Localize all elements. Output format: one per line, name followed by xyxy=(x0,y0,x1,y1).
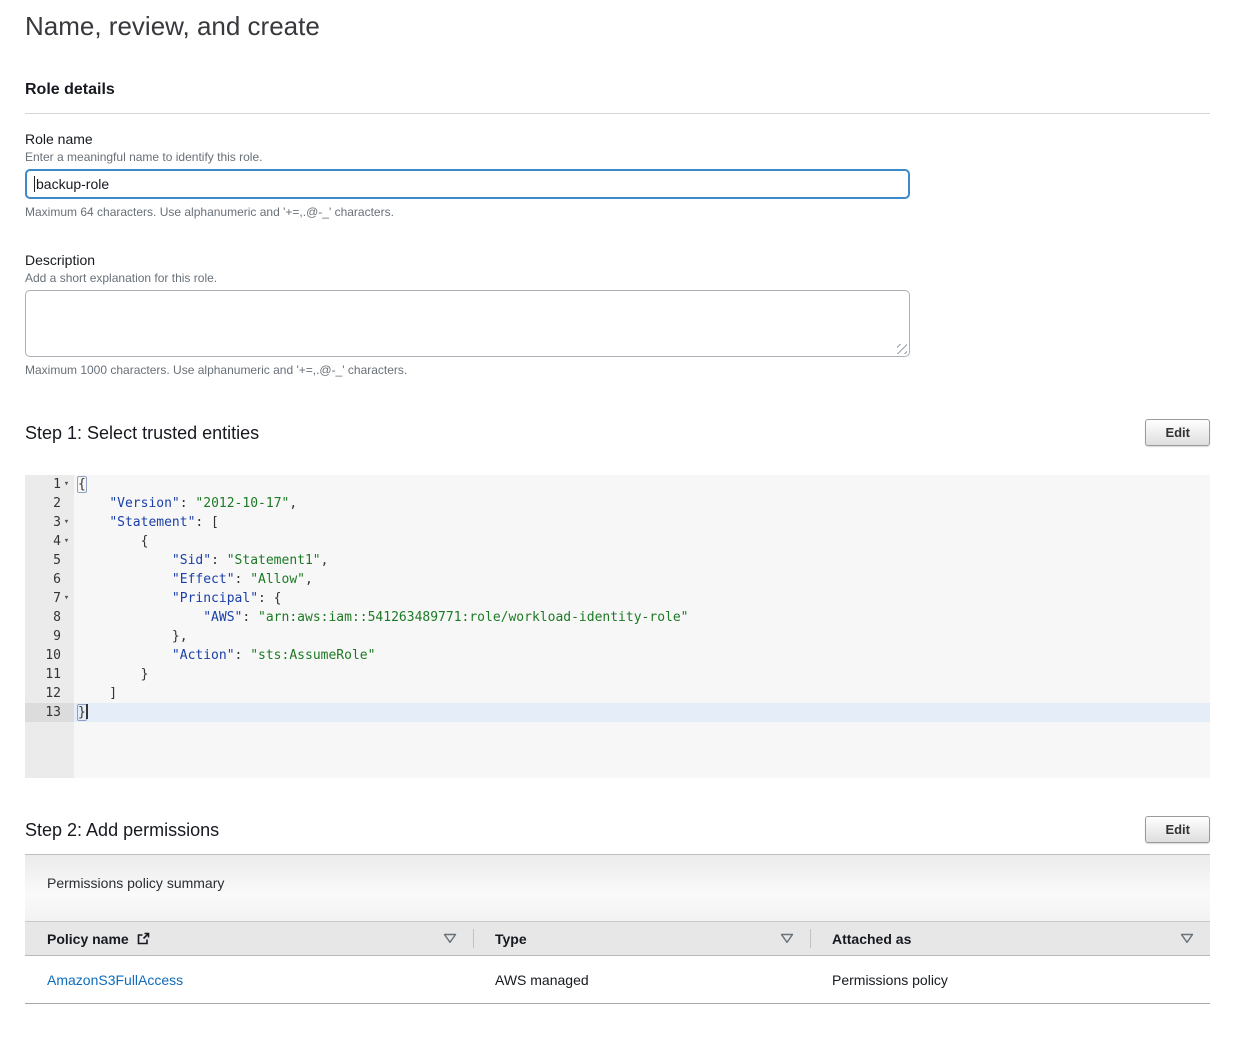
line-number: 9 xyxy=(53,627,61,646)
step1-edit-button[interactable]: Edit xyxy=(1145,419,1210,446)
fold-toggle-icon[interactable]: ▾ xyxy=(61,475,72,494)
filter-dropdown-icon[interactable] xyxy=(780,933,794,944)
code-line[interactable]: "Effect": "Allow", xyxy=(74,570,1210,589)
page-content: Name, review, and create Role details Ro… xyxy=(0,10,1242,1004)
role-name-constraint: Maximum 64 characters. Use alphanumeric … xyxy=(25,205,1210,219)
step1-header: Step 1: Select trusted entities Edit xyxy=(25,419,1210,446)
filter-dropdown-icon[interactable] xyxy=(1180,933,1194,944)
line-number: 12 xyxy=(45,684,61,703)
role-name-field: Role name Enter a meaningful name to ide… xyxy=(25,131,1210,219)
section-divider xyxy=(25,113,1210,114)
fold-toggle-icon[interactable]: ▾ xyxy=(61,589,72,608)
line-number: 3 xyxy=(53,513,61,532)
description-hint: Add a short explanation for this role. xyxy=(25,271,1210,285)
external-link-icon[interactable] xyxy=(136,931,151,946)
code-line[interactable]: { xyxy=(74,532,1210,551)
policy-name-link[interactable]: AmazonS3FullAccess xyxy=(47,972,183,988)
role-details-heading: Role details xyxy=(25,80,1210,99)
description-label: Description xyxy=(25,252,1210,269)
editor-code-area[interactable]: { "Version": "2012-10-17", "Statement": … xyxy=(74,475,1210,778)
step2-header: Step 2: Add permissions Edit xyxy=(25,816,1210,843)
code-line[interactable]: }, xyxy=(74,627,1210,646)
permissions-table-header: Policy name Type Attached as xyxy=(25,922,1210,956)
code-line[interactable]: "Principal": { xyxy=(74,589,1210,608)
code-line[interactable]: } xyxy=(74,665,1210,684)
column-header: Attached as xyxy=(810,922,1210,955)
code-line[interactable]: "AWS": "arn:aws:iam::541263489771:role/w… xyxy=(74,608,1210,627)
code-line[interactable]: "Action": "sts:AssumeRole" xyxy=(74,646,1210,665)
permissions-panel-title: Permissions policy summary xyxy=(25,855,1210,922)
column-header: Type xyxy=(473,922,810,955)
description-textarea[interactable] xyxy=(25,290,910,357)
line-number: 8 xyxy=(53,608,61,627)
permissions-panel: Permissions policy summary Policy name Ty… xyxy=(25,854,1210,1004)
editor-caret xyxy=(86,704,88,719)
code-line[interactable]: "Sid": "Statement1", xyxy=(74,551,1210,570)
text-caret xyxy=(34,176,35,192)
filter-dropdown-icon[interactable] xyxy=(443,933,457,944)
trust-policy-editor[interactable]: 1▾2▾3▾4▾5▾6▾7▾8▾9▾10▾11▾12▾13▾ { "Versio… xyxy=(25,475,1210,778)
role-name-hint: Enter a meaningful name to identify this… xyxy=(25,150,1210,164)
line-number: 11 xyxy=(45,665,61,684)
step2-title: Step 2: Add permissions xyxy=(25,819,219,841)
line-number: 6 xyxy=(53,570,61,589)
attached-as-cell: Permissions policy xyxy=(810,956,1210,1003)
line-number: 10 xyxy=(45,646,61,665)
code-line[interactable]: ] xyxy=(74,684,1210,703)
step1-title: Step 1: Select trusted entities xyxy=(25,422,259,444)
description-constraint: Maximum 1000 characters. Use alphanumeri… xyxy=(25,363,1210,377)
line-number: 5 xyxy=(53,551,61,570)
role-name-label: Role name xyxy=(25,131,1210,148)
fold-toggle-icon[interactable]: ▾ xyxy=(61,513,72,532)
line-number: 1 xyxy=(53,475,61,494)
step2-edit-button[interactable]: Edit xyxy=(1145,816,1210,843)
line-number: 7 xyxy=(53,589,61,608)
column-label: Attached as xyxy=(832,931,911,947)
line-number: 4 xyxy=(53,532,61,551)
role-name-input[interactable] xyxy=(25,169,910,199)
line-number: 13 xyxy=(45,703,61,722)
resize-handle[interactable] xyxy=(897,344,907,354)
code-line[interactable]: "Statement": [ xyxy=(74,513,1210,532)
column-header: Policy name xyxy=(25,922,473,955)
policy-type-cell: AWS managed xyxy=(473,956,810,1003)
fold-toggle-icon[interactable]: ▾ xyxy=(61,532,72,551)
table-row: AmazonS3FullAccess AWS managedPermissions… xyxy=(25,956,1210,1004)
column-label: Policy name xyxy=(47,931,129,947)
line-number: 2 xyxy=(53,494,61,513)
permissions-table-body: AmazonS3FullAccess AWS managedPermissions… xyxy=(25,956,1210,1004)
description-field: Description Add a short explanation for … xyxy=(25,252,1210,377)
code-line[interactable]: "Version": "2012-10-17", xyxy=(74,494,1210,513)
editor-gutter: 1▾2▾3▾4▾5▾6▾7▾8▾9▾10▾11▾12▾13▾ xyxy=(25,475,74,778)
column-label: Type xyxy=(495,931,527,947)
code-line[interactable]: { xyxy=(74,475,1210,494)
code-line[interactable]: } xyxy=(74,703,1210,722)
page-title: Name, review, and create xyxy=(25,10,1210,42)
